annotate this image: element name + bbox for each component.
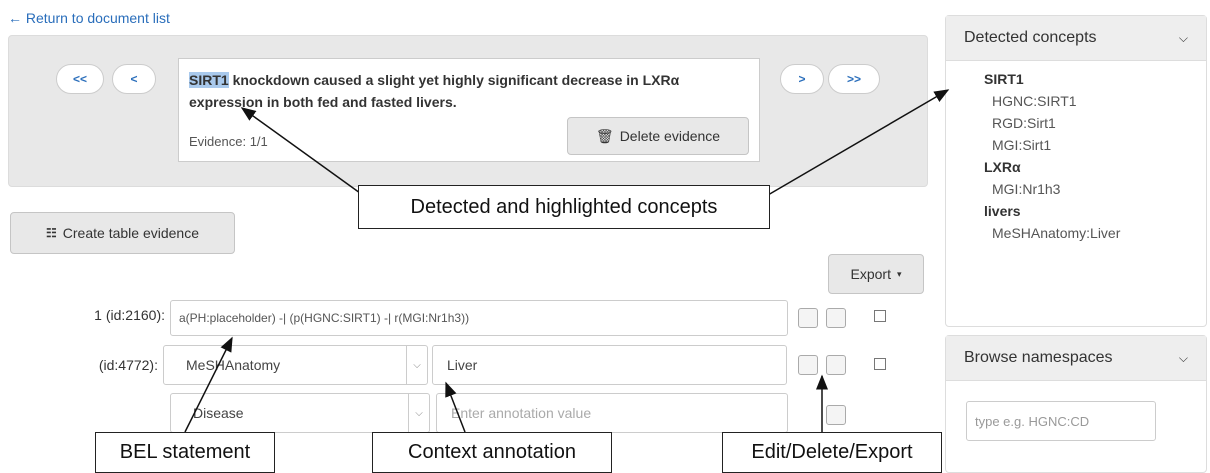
previous-evidence-button[interactable]: < [112,64,156,94]
detected-concepts-panel: Detected concepts ⌵ SIRT1 HGNC:SIRT1 RGD… [945,15,1207,327]
first-evidence-button[interactable]: << [56,64,104,94]
concept-id[interactable]: MeSHAnatomy:Liver [984,222,1120,244]
detected-concepts-title: Detected concepts [964,29,1097,46]
callout-context-annotation: Context annotation [372,432,612,473]
sentence-text: knockdown caused a slight yet highly sig… [189,72,680,110]
evidence-sentence: SIRT1 knockdown caused a slight yet high… [189,69,749,113]
concept-term[interactable]: SIRT1 [984,68,1120,90]
evidence-count: Evidence: 1/1 [189,134,268,149]
delete-evidence-button[interactable]: 🗑 Delete evidence [567,117,749,155]
annotation-value-field[interactable]: Liver [432,345,787,385]
last-evidence-button[interactable]: >> [828,64,880,94]
export-label: Export [850,266,891,282]
chevron-down-icon: ⌵ [408,394,429,432]
add-annotation-icon[interactable] [826,405,846,425]
bel-statement-checkbox[interactable] [874,310,886,322]
concept-term[interactable]: LXRα [984,156,1120,178]
edit-annotation-icon[interactable] [798,355,818,375]
new-annotation-namespace-value: Disease [193,405,244,421]
create-table-evidence-label: Create table evidence [62,225,199,241]
arrow-left-icon: ← [8,10,22,26]
concept-term[interactable]: livers [984,200,1120,222]
concept-id[interactable]: MGI:Nr1h3 [984,178,1120,200]
highlighted-concept[interactable]: SIRT1 [189,72,229,88]
grid-icon: ☷ [46,226,57,240]
delete-evidence-label: Delete evidence [619,128,721,144]
next-evidence-button[interactable]: > [780,64,824,94]
edit-icon[interactable] [798,308,818,328]
new-annotation-namespace-select[interactable]: Disease ⌵ [170,393,430,433]
browse-namespaces-title: Browse namespaces [964,349,1113,366]
delete-icon[interactable] [826,308,846,328]
evidence-sentence-box: SIRT1 knockdown caused a slight yet high… [178,58,760,162]
detected-concepts-header[interactable]: Detected concepts ⌵ [946,16,1206,61]
create-table-evidence-button[interactable]: ☷ Create table evidence [10,212,235,254]
chevron-down-icon: ⌵ [406,346,427,384]
annotation-checkbox[interactable] [874,358,886,370]
caret-down-icon: ▾ [896,268,902,279]
concept-list: SIRT1 HGNC:SIRT1 RGD:Sirt1 MGI:Sirt1 LXR… [984,68,1120,244]
callout-edit-delete-export: Edit/Delete/Export [722,432,942,473]
trash-icon: 🗑 [595,127,614,144]
annotation-namespace-select[interactable]: MeSHAnatomy ⌵ [163,345,428,385]
browse-namespaces-header[interactable]: Browse namespaces ⌵ [946,336,1206,381]
concept-id[interactable]: HGNC:SIRT1 [984,90,1120,112]
concept-id[interactable]: MGI:Sirt1 [984,134,1120,156]
concept-id[interactable]: RGD:Sirt1 [984,112,1120,134]
namespace-search-input[interactable]: type e.g. HGNC:CD [966,401,1156,441]
chevron-down-icon: ⌵ [1178,30,1188,45]
export-dropdown-button[interactable]: Export ▾ [828,254,924,294]
browse-namespaces-panel: Browse namespaces ⌵ type e.g. HGNC:CD [945,335,1207,473]
return-to-document-list-link[interactable]: ← Return to document list [8,10,170,26]
annotation-namespace-value: MeSHAnatomy [186,357,281,373]
chevron-down-icon: ⌵ [1178,350,1188,365]
delete-annotation-icon[interactable] [826,355,846,375]
return-link-label: Return to document list [25,10,170,26]
new-annotation-value-input[interactable]: Enter annotation value [436,393,788,433]
callout-bel-statement: BEL statement [95,432,275,473]
callout-detected-concepts: Detected and highlighted concepts [358,185,770,229]
bel-statement-field[interactable]: a(PH:placeholder) -| (p(HGNC:SIRT1) -| r… [170,300,788,336]
bel-statement-id: 1 (id:2160): [94,307,165,323]
annotation-id: (id:4772): [98,357,158,373]
